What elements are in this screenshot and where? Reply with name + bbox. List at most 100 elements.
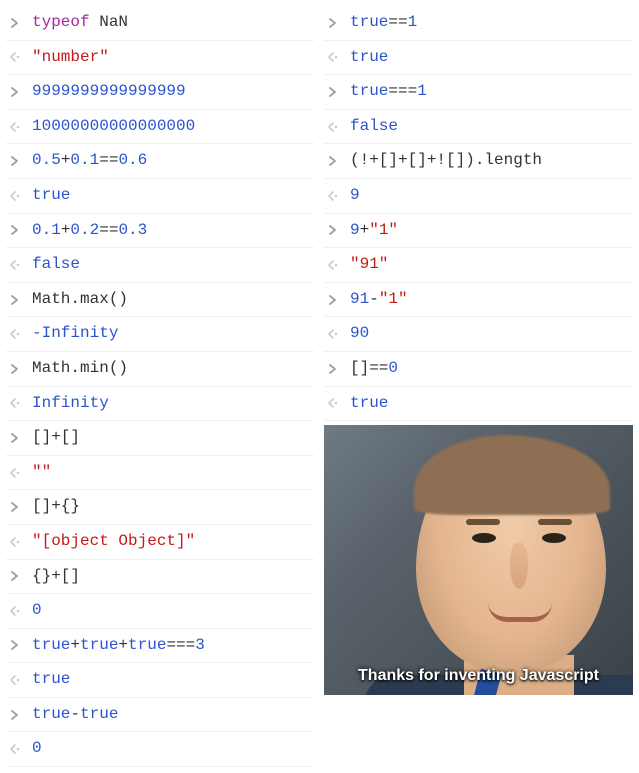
console-output-row: 90	[324, 317, 633, 352]
console-input-text: 0.1+0.2==0.3	[32, 218, 147, 244]
console-output-text: true	[350, 391, 388, 417]
console-output-text: "number"	[32, 45, 109, 71]
console-output-row: "91"	[324, 248, 633, 283]
input-chevron-icon	[8, 18, 22, 28]
console-output-row: true	[6, 663, 314, 698]
console-output-row: true	[324, 41, 633, 76]
input-chevron-icon	[8, 225, 22, 235]
input-chevron-icon	[8, 295, 22, 305]
console-input-row[interactable]: true-true	[6, 698, 314, 733]
console-input-text: 91-"1"	[350, 287, 408, 313]
console-output-text: 0	[32, 598, 42, 624]
input-chevron-icon	[8, 156, 22, 166]
console-output-text: false	[350, 114, 398, 140]
input-chevron-icon	[326, 18, 340, 28]
console-input-row[interactable]: 9999999999999999	[6, 75, 314, 110]
console-input-row[interactable]: 0.1+0.2==0.3	[6, 214, 314, 249]
output-chevron-icon	[326, 398, 340, 408]
console-output-row: 9	[324, 179, 633, 214]
console-output-text: true	[32, 667, 70, 693]
output-chevron-icon	[8, 606, 22, 616]
output-chevron-icon	[8, 191, 22, 201]
input-chevron-icon	[8, 364, 22, 374]
console-input-row[interactable]: []+{}	[6, 490, 314, 525]
output-chevron-icon	[8, 122, 22, 132]
console-input-text: 9+"1"	[350, 218, 398, 244]
output-chevron-icon	[8, 675, 22, 685]
console-output-row: 0	[6, 732, 314, 767]
console-input-text: 9999999999999999	[32, 79, 186, 105]
console-output-row: true	[324, 387, 633, 422]
output-chevron-icon	[326, 191, 340, 201]
console-input-row[interactable]: []+[]	[6, 421, 314, 456]
console-column-left: typeof NaN "number" 9999999999999999 100000…	[6, 6, 314, 767]
input-chevron-icon	[8, 571, 22, 581]
console-output-text: false	[32, 252, 80, 278]
output-chevron-icon	[326, 122, 340, 132]
console-input-row[interactable]: true===1	[324, 75, 633, 110]
console-output-row: false	[324, 110, 633, 145]
console-input-row[interactable]: 9+"1"	[324, 214, 633, 249]
output-chevron-icon	[326, 52, 340, 62]
input-chevron-icon	[326, 87, 340, 97]
output-chevron-icon	[8, 398, 22, 408]
console-output-row: false	[6, 248, 314, 283]
console-output-row: "number"	[6, 41, 314, 76]
console-input-text: Math.max()	[32, 287, 128, 313]
console-input-text: Math.min()	[32, 356, 128, 382]
console-input-row[interactable]: []==0	[324, 352, 633, 387]
console-input-text: []==0	[350, 356, 398, 382]
console-input-text: {}+[]	[32, 564, 80, 590]
console-input-row[interactable]: Math.max()	[6, 283, 314, 318]
console-output-row: 10000000000000000	[6, 110, 314, 145]
input-chevron-icon	[8, 502, 22, 512]
console-input-row[interactable]: true==1	[324, 6, 633, 41]
console-input-row[interactable]: typeof NaN	[6, 6, 314, 41]
output-chevron-icon	[8, 329, 22, 339]
console-output-text: true	[350, 45, 388, 71]
console-column-right: true==1 true true===1 false (!+[]+[]+![]).le…	[324, 6, 633, 695]
input-chevron-icon	[8, 433, 22, 443]
input-chevron-icon	[326, 225, 340, 235]
input-chevron-icon	[326, 156, 340, 166]
output-chevron-icon	[326, 260, 340, 270]
input-chevron-icon	[8, 640, 22, 650]
output-chevron-icon	[8, 468, 22, 478]
console-input-text: typeof NaN	[32, 10, 128, 36]
console-input-text: []+{}	[32, 494, 80, 520]
output-chevron-icon	[326, 329, 340, 339]
console-output-row: Infinity	[6, 387, 314, 422]
console-input-row[interactable]: (!+[]+[]+![]).length	[324, 144, 633, 179]
console-output-text: ""	[32, 460, 51, 486]
console-output-text: 9	[350, 183, 360, 209]
console-output-text: 10000000000000000	[32, 114, 195, 140]
console-input-text: (!+[]+[]+![]).length	[350, 148, 542, 174]
console-output-row: "[object Object]"	[6, 525, 314, 560]
console-output-text: Infinity	[32, 391, 109, 417]
console-output-row: ""	[6, 456, 314, 491]
console-output-text: -Infinity	[32, 321, 118, 347]
console-output-text: "[object Object]"	[32, 529, 195, 555]
console-input-row[interactable]: 91-"1"	[324, 283, 633, 318]
console-output-row: 0	[6, 594, 314, 629]
input-chevron-icon	[326, 295, 340, 305]
console-container: typeof NaN "number" 9999999999999999 100000…	[6, 6, 633, 767]
input-chevron-icon	[326, 364, 340, 374]
console-input-text: []+[]	[32, 425, 80, 451]
console-input-text: 0.5+0.1==0.6	[32, 148, 147, 174]
console-input-text: true==1	[350, 10, 417, 36]
console-input-row[interactable]: {}+[]	[6, 560, 314, 595]
input-chevron-icon	[8, 87, 22, 97]
console-output-row: -Infinity	[6, 317, 314, 352]
console-output-text: "91"	[350, 252, 388, 278]
input-chevron-icon	[8, 710, 22, 720]
output-chevron-icon	[8, 260, 22, 270]
output-chevron-icon	[8, 52, 22, 62]
console-output-text: true	[32, 183, 70, 209]
console-input-row[interactable]: Math.min()	[6, 352, 314, 387]
meme-photo: Thanks for inventing Javascript	[324, 425, 633, 695]
meme-caption: Thanks for inventing Javascript	[324, 667, 633, 685]
console-input-row[interactable]: 0.5+0.1==0.6	[6, 144, 314, 179]
output-chevron-icon	[8, 744, 22, 754]
console-input-row[interactable]: true+true+true===3	[6, 629, 314, 664]
